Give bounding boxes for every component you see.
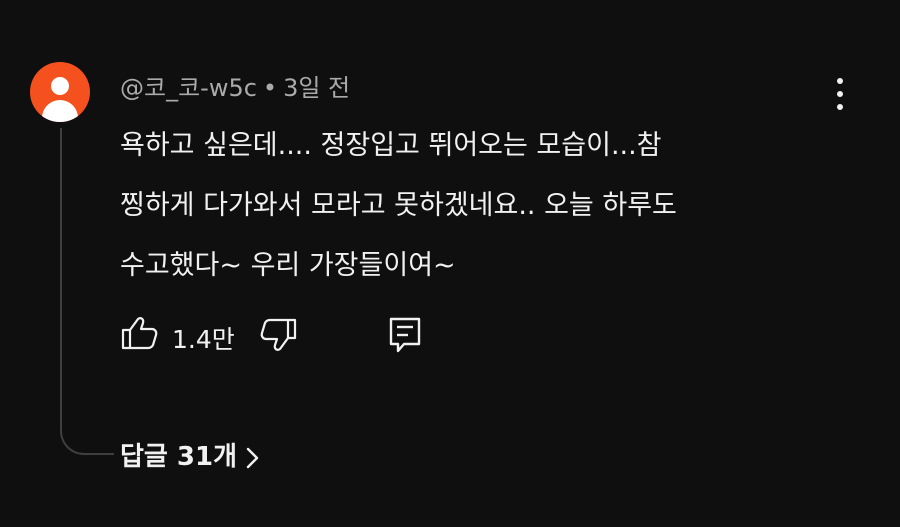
- comment-time[interactable]: 3일 전: [283, 74, 350, 102]
- more-dot-icon: [837, 78, 843, 84]
- more-options-button[interactable]: [826, 72, 854, 116]
- view-replies-button[interactable]: 답글 31개: [120, 436, 261, 473]
- comment-thread: @코_코-w5c • 3일 전 욕하고 싶은데.... 정장입고 뛰어오는 모습이.…: [0, 0, 900, 527]
- like-button[interactable]: [120, 316, 158, 354]
- comment-text: 욕하고 싶은데.... 정장입고 뛰어오는 모습이...참 찡하게 다가와서 모…: [120, 116, 800, 296]
- reply-comment-icon: [389, 317, 421, 353]
- like-count: 1.4만: [172, 325, 235, 354]
- thumbs-down-icon: [260, 318, 297, 351]
- reply-button[interactable]: [388, 316, 422, 358]
- chevron-right-icon: [246, 447, 259, 468]
- more-dot-icon: [837, 104, 843, 110]
- comment-text-line: 욕하고 싶은데.... 정장입고 뛰어오는 모습이...참: [120, 130, 662, 161]
- comment-meta: @코_코-w5c • 3일 전: [120, 68, 350, 103]
- author-handle[interactable]: @코_코-w5c: [120, 74, 257, 102]
- more-dot-icon: [837, 91, 843, 97]
- meta-separator: •: [262, 74, 278, 102]
- dislike-button[interactable]: [260, 318, 298, 356]
- avatar-body: [42, 100, 78, 122]
- avatar-head: [51, 77, 69, 95]
- replies-label: 답글 31개: [120, 442, 237, 472]
- thread-line: [60, 128, 114, 455]
- thumbs-up-icon: [121, 317, 158, 350]
- comment-text-line: 찡하게 다가와서 모라고 못하겠네요.. 오늘 하루도: [120, 190, 677, 221]
- avatar[interactable]: [30, 62, 90, 122]
- comment-text-line: 수고했다~ 우리 가장들이여~: [120, 250, 456, 281]
